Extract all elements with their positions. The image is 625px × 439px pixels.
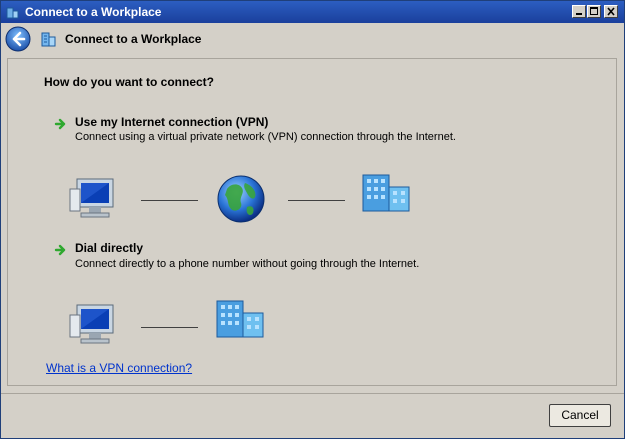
cancel-button[interactable]: Cancel <box>549 404 611 427</box>
page-question: How do you want to connect? <box>44 75 214 89</box>
minimize-icon <box>576 13 582 15</box>
option-vpn-title[interactable]: Use my Internet connection (VPN) <box>75 115 268 129</box>
green-arrow-icon[interactable] <box>54 117 68 131</box>
dialog-window: Connect to a Workplace Connect to a Work… <box>0 0 625 439</box>
workplace-icon <box>6 7 19 19</box>
footer-separator <box>1 393 624 394</box>
close-button[interactable] <box>604 5 618 18</box>
wizard-header: Connect to a Workplace <box>1 23 624 56</box>
building-icon <box>216 300 264 338</box>
computer-icon <box>69 178 114 218</box>
option-dial-title[interactable]: Dial directly <box>75 241 143 255</box>
help-link[interactable]: What is a VPN connection? <box>46 361 192 375</box>
maximize-icon <box>590 7 598 15</box>
green-arrow-icon[interactable] <box>54 243 68 257</box>
building-icon <box>362 174 410 212</box>
title-bar[interactable]: Connect to a Workplace <box>1 1 624 23</box>
connection-line <box>141 327 198 328</box>
workplace-icon <box>41 32 56 47</box>
connection-line <box>288 200 345 201</box>
option-vpn-description[interactable]: Connect using a virtual private network … <box>75 131 456 143</box>
close-icon <box>607 7 615 16</box>
globe-icon <box>217 175 265 223</box>
option-dial-description[interactable]: Connect directly to a phone number witho… <box>75 258 419 270</box>
back-arrow-icon[interactable] <box>5 26 31 52</box>
connection-line <box>141 200 198 201</box>
wizard-title: Connect to a Workplace <box>65 32 202 46</box>
minimize-button[interactable] <box>572 5 586 18</box>
window-title: Connect to a Workplace <box>25 5 162 19</box>
computer-icon <box>69 304 114 344</box>
maximize-button[interactable] <box>587 5 601 18</box>
